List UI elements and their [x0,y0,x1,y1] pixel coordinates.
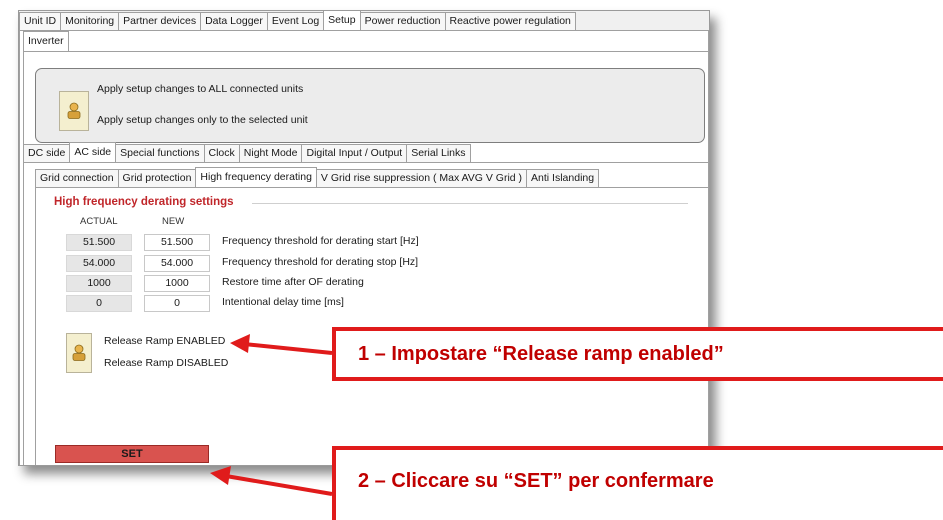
arrow-to-release-ramp [243,342,333,355]
callout-step-2: 2 – Cliccare su “SET” per confermare [332,446,943,520]
tab-ac-side[interactable]: AC side [69,142,117,162]
device-tab-strip: Inverter [23,31,69,51]
callout-step-1-text: 1 – Impostare “Release ramp enabled” [358,343,724,365]
tab-inverter[interactable]: Inverter [23,31,69,51]
arrow-head-release-ramp [230,334,250,353]
annotation-arrows [210,334,333,496]
callout-step-2-text: 2 – Cliccare su “SET” per confermare [358,470,714,492]
arrow-head-set-button [210,466,231,485]
tab-high-frequency-derating[interactable]: High frequency derating [195,167,317,187]
callout-step-1: 1 – Impostare “Release ramp enabled” [332,327,943,381]
tab-setup[interactable]: Setup [323,11,361,30]
arrow-to-set-button [225,474,333,496]
